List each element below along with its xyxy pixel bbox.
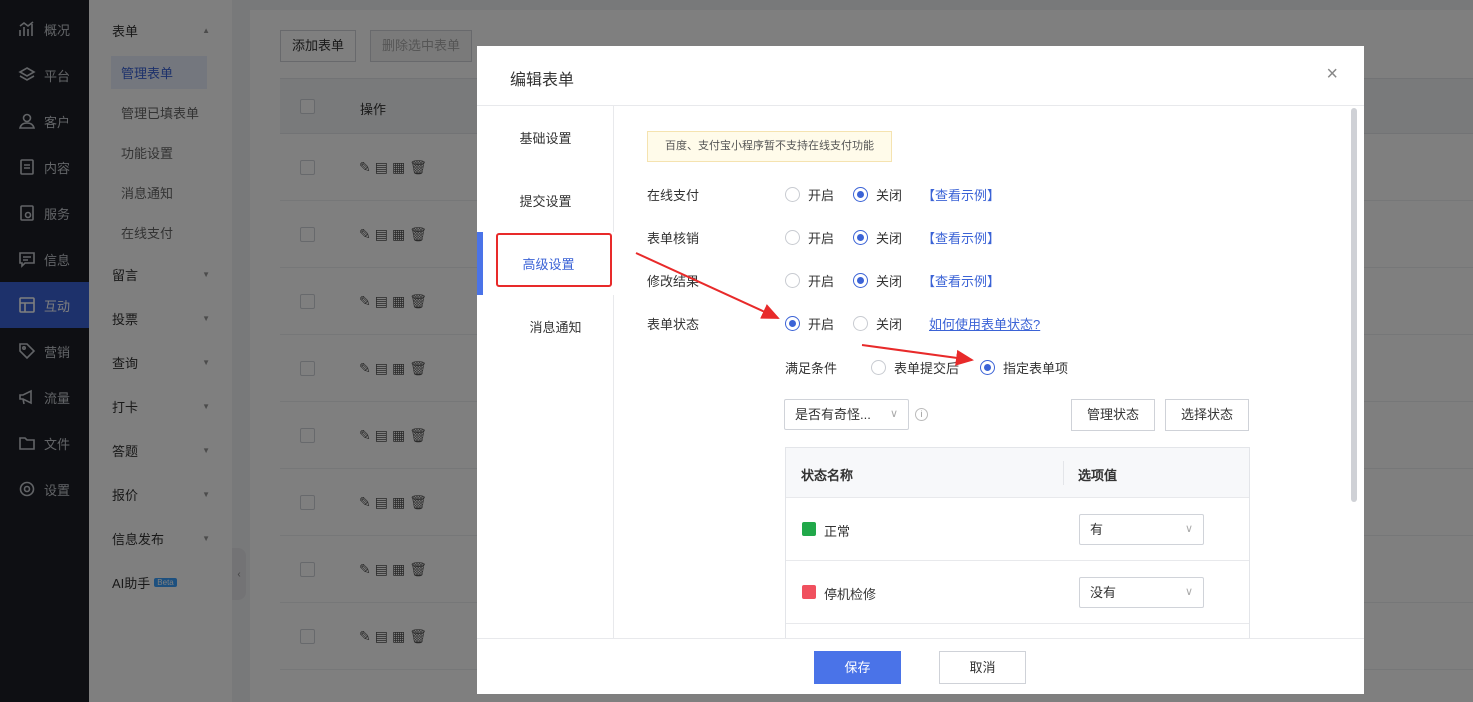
- how-to-use-status-link[interactable]: 如何使用表单状态?: [929, 314, 1040, 333]
- dialog-tabs: 基础设置 提交设置 高级设置 消息通知: [477, 106, 614, 638]
- dialog-footer: 保存 取消: [477, 638, 1364, 694]
- radio-label: 开启: [808, 188, 835, 203]
- dialog-body: 百度、支付宝小程序暂不支持在线支付功能 在线支付 开启 关闭 【查看示例】 表单…: [615, 106, 1350, 638]
- manage-status-button[interactable]: 管理状态: [1071, 399, 1155, 431]
- radio-dot: [853, 230, 868, 245]
- radio-label: 开启: [808, 317, 835, 332]
- radio-label: 开启: [808, 274, 835, 289]
- chevron-down-icon: ∨: [889, 408, 898, 420]
- cancel-button[interactable]: 取消: [939, 651, 1026, 684]
- row-label-online-pay: 在线支付: [647, 188, 700, 203]
- save-button[interactable]: 保存: [814, 651, 901, 684]
- radio-label: 关闭: [876, 231, 903, 246]
- col-divider: [1063, 461, 1064, 485]
- condition-label: 满足条件: [785, 361, 838, 376]
- tab-basic-settings[interactable]: 基础设置: [477, 106, 614, 169]
- radio-dot: [853, 273, 868, 288]
- radio-dot: [980, 360, 995, 375]
- option-value-select[interactable]: 没有 ∨: [1079, 577, 1204, 608]
- radio-status-off[interactable]: 关闭: [853, 314, 902, 333]
- radio-online-pay-off[interactable]: 关闭: [853, 185, 902, 204]
- radio-dot: [871, 360, 886, 375]
- close-icon[interactable]: ×: [1326, 63, 1338, 86]
- radio-label: 关闭: [876, 274, 903, 289]
- row-label-form-verify: 表单核销: [647, 231, 700, 246]
- tab-submit-settings[interactable]: 提交设置: [477, 169, 614, 232]
- radio-dot: [853, 316, 868, 331]
- chevron-down-icon: ∨: [1184, 523, 1193, 535]
- status-table-header: 状态名称 选项值: [786, 448, 1249, 498]
- radio-dot: [785, 273, 800, 288]
- radio-label: 关闭: [876, 317, 903, 332]
- select-value: 有: [1090, 522, 1104, 537]
- chevron-down-icon: ∨: [1184, 586, 1193, 598]
- radio-verify-on[interactable]: 开启: [785, 228, 834, 247]
- radio-dot: [853, 187, 868, 202]
- status-table: 状态名称 选项值 正常 有 ∨ 停机检修 没有 ∨: [785, 447, 1250, 638]
- col-option-value: 选项值: [1078, 468, 1118, 483]
- info-icon[interactable]: i: [915, 408, 928, 421]
- status-name: 正常: [824, 524, 851, 539]
- status-color-swatch: [802, 585, 816, 599]
- radio-specified-item[interactable]: 指定表单项: [980, 358, 1068, 377]
- radio-label: 表单提交后: [894, 361, 960, 376]
- radio-dot: [785, 187, 800, 202]
- radio-label: 开启: [808, 231, 835, 246]
- radio-status-on[interactable]: 开启: [785, 314, 834, 333]
- option-value-select[interactable]: 有 ∨: [1079, 514, 1204, 545]
- highlight-box: [496, 233, 612, 287]
- radio-modify-off[interactable]: 关闭: [853, 271, 902, 290]
- field-select[interactable]: 是否有奇怪... ∨: [784, 399, 909, 430]
- view-example-link[interactable]: 【查看示例】: [922, 228, 1000, 247]
- tab-message-notify[interactable]: 消息通知: [477, 295, 614, 358]
- status-color-swatch: [802, 522, 816, 536]
- radio-dot: [785, 316, 800, 331]
- select-status-button[interactable]: 选择状态: [1165, 399, 1249, 431]
- view-example-link[interactable]: 【查看示例】: [922, 271, 1000, 290]
- row-label-form-status: 表单状态: [647, 317, 700, 332]
- radio-label: 指定表单项: [1003, 361, 1069, 376]
- radio-dot: [785, 230, 800, 245]
- status-row: 停机检修 没有 ∨: [786, 561, 1249, 624]
- status-name: 停机检修: [824, 587, 877, 602]
- view-example-link[interactable]: 【查看示例】: [922, 185, 1000, 204]
- radio-online-pay-on[interactable]: 开启: [785, 185, 834, 204]
- col-status-name: 状态名称: [801, 468, 854, 483]
- status-row: 正常 有 ∨: [786, 498, 1249, 561]
- radio-modify-on[interactable]: 开启: [785, 271, 834, 290]
- row-label-modify-result: 修改结果: [647, 274, 700, 289]
- radio-label: 关闭: [876, 188, 903, 203]
- scrollbar[interactable]: [1351, 108, 1357, 502]
- radio-after-submit[interactable]: 表单提交后: [871, 358, 959, 377]
- notice-banner: 百度、支付宝小程序暂不支持在线支付功能: [647, 131, 892, 162]
- select-value: 是否有奇怪...: [795, 407, 871, 422]
- radio-verify-off[interactable]: 关闭: [853, 228, 902, 247]
- dialog-title: 编辑表单: [510, 72, 575, 89]
- edit-form-dialog: 编辑表单 × 基础设置 提交设置 高级设置 消息通知 百度、支付宝小程序暂不支持…: [477, 46, 1364, 694]
- select-value: 没有: [1090, 585, 1117, 600]
